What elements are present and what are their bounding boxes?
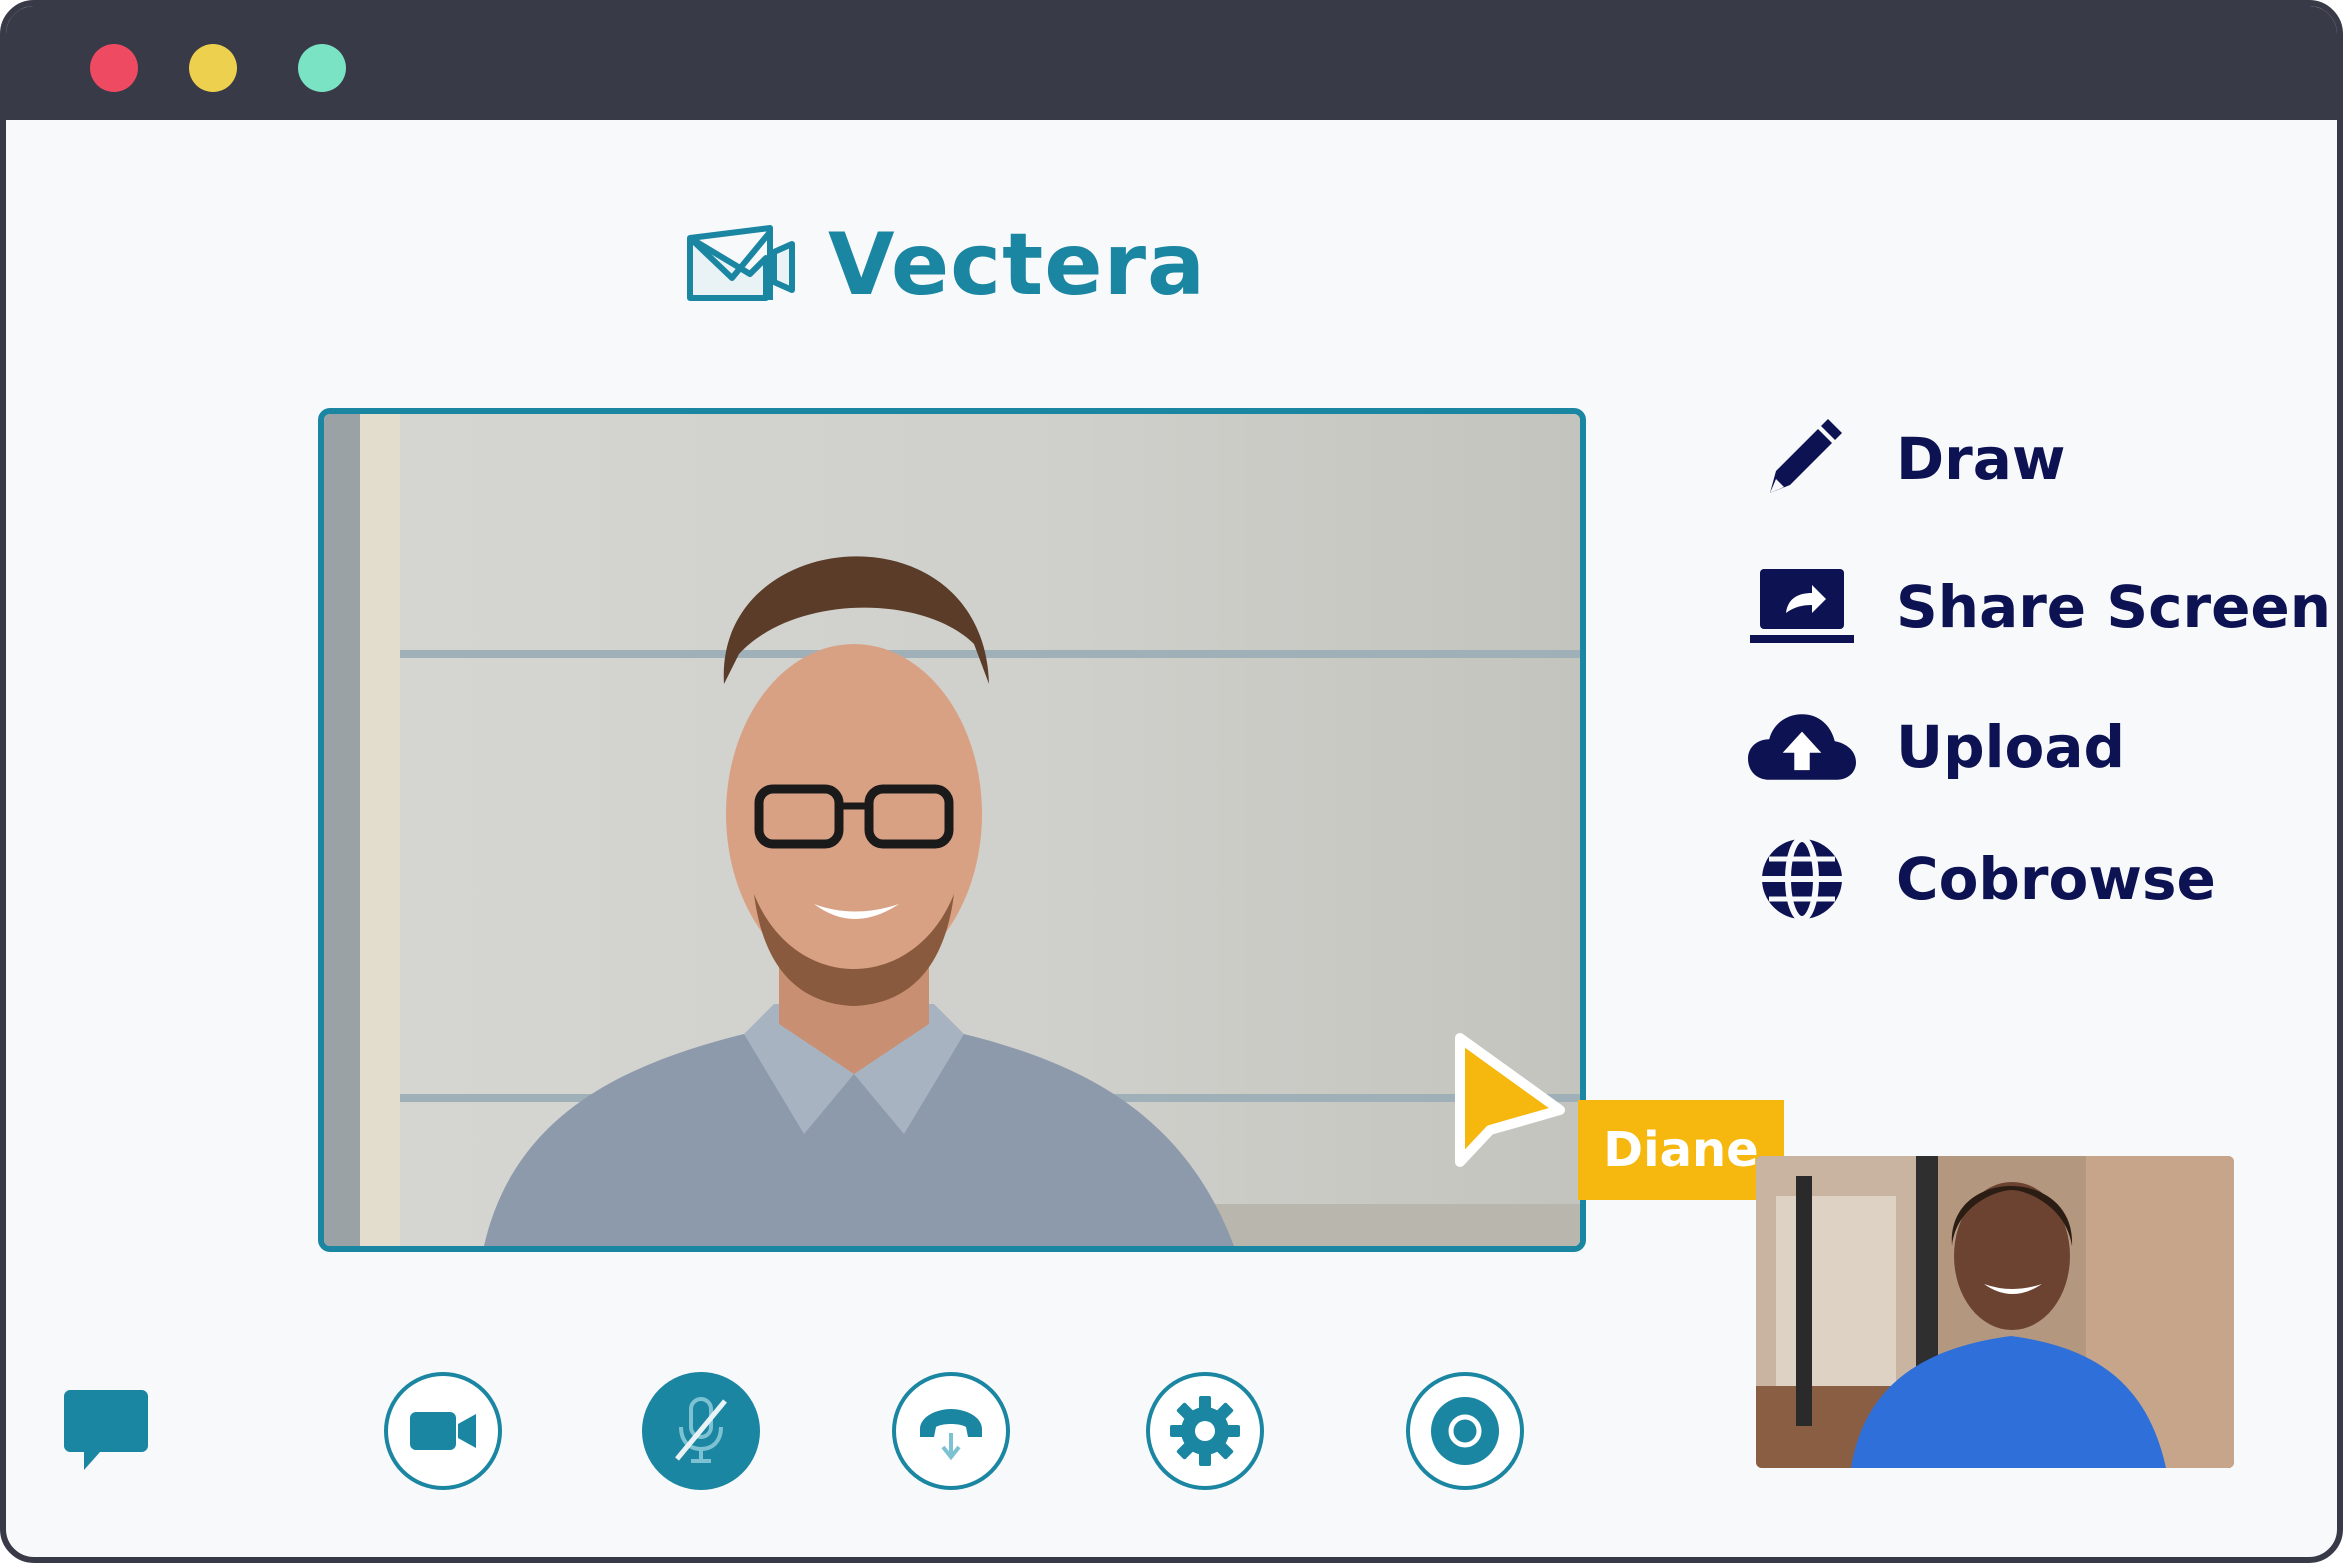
microphone-toggle-button[interactable]	[642, 1372, 760, 1490]
settings-button[interactable]	[1146, 1372, 1264, 1490]
laptop-share-icon	[1748, 564, 1856, 650]
title-bar	[6, 6, 2337, 120]
maximize-window-button[interactable]	[298, 44, 346, 92]
record-icon	[1431, 1397, 1499, 1465]
cursor-arrow-icon	[1455, 1033, 1565, 1167]
globe-icon	[1748, 836, 1856, 922]
close-window-button[interactable]	[90, 44, 138, 92]
tool-draw[interactable]: Draw	[1748, 416, 2065, 502]
chat-bubble-icon[interactable]	[64, 1390, 148, 1472]
envelope-camera-logo-icon	[687, 225, 795, 301]
self-view-video[interactable]	[1756, 1156, 2234, 1468]
camera-toggle-button[interactable]	[384, 1372, 502, 1490]
record-button[interactable]	[1406, 1372, 1524, 1490]
pointer-name-tag: Diane	[1578, 1100, 1784, 1200]
tool-draw-label: Draw	[1896, 425, 2066, 493]
tool-share-screen-label: Share Screen	[1896, 573, 2332, 641]
tool-cobrowse-label: Cobrowse	[1896, 845, 2216, 913]
brand-logo: Vectera	[684, 222, 1206, 308]
mic-muted-icon	[675, 1397, 727, 1463]
pencil-icon	[1748, 416, 1856, 502]
phone-hangup-icon	[920, 1409, 982, 1461]
hang-up-button[interactable]	[892, 1372, 1010, 1490]
tool-upload[interactable]: Upload	[1748, 704, 2125, 790]
video-camera-icon	[410, 1412, 476, 1450]
tool-share-screen[interactable]: Share Screen	[1748, 564, 2331, 650]
brand-name: Vectera	[828, 215, 1207, 315]
gear-icon	[1170, 1396, 1240, 1466]
tool-cobrowse[interactable]: Cobrowse	[1748, 836, 2216, 922]
minimize-window-button[interactable]	[189, 44, 237, 92]
cloud-upload-icon	[1748, 704, 1856, 790]
thumbnail-participant-image	[1756, 1156, 2234, 1468]
main-participant-image	[324, 414, 1580, 1246]
tool-upload-label: Upload	[1896, 713, 2125, 781]
main-video-feed[interactable]	[318, 408, 1586, 1252]
